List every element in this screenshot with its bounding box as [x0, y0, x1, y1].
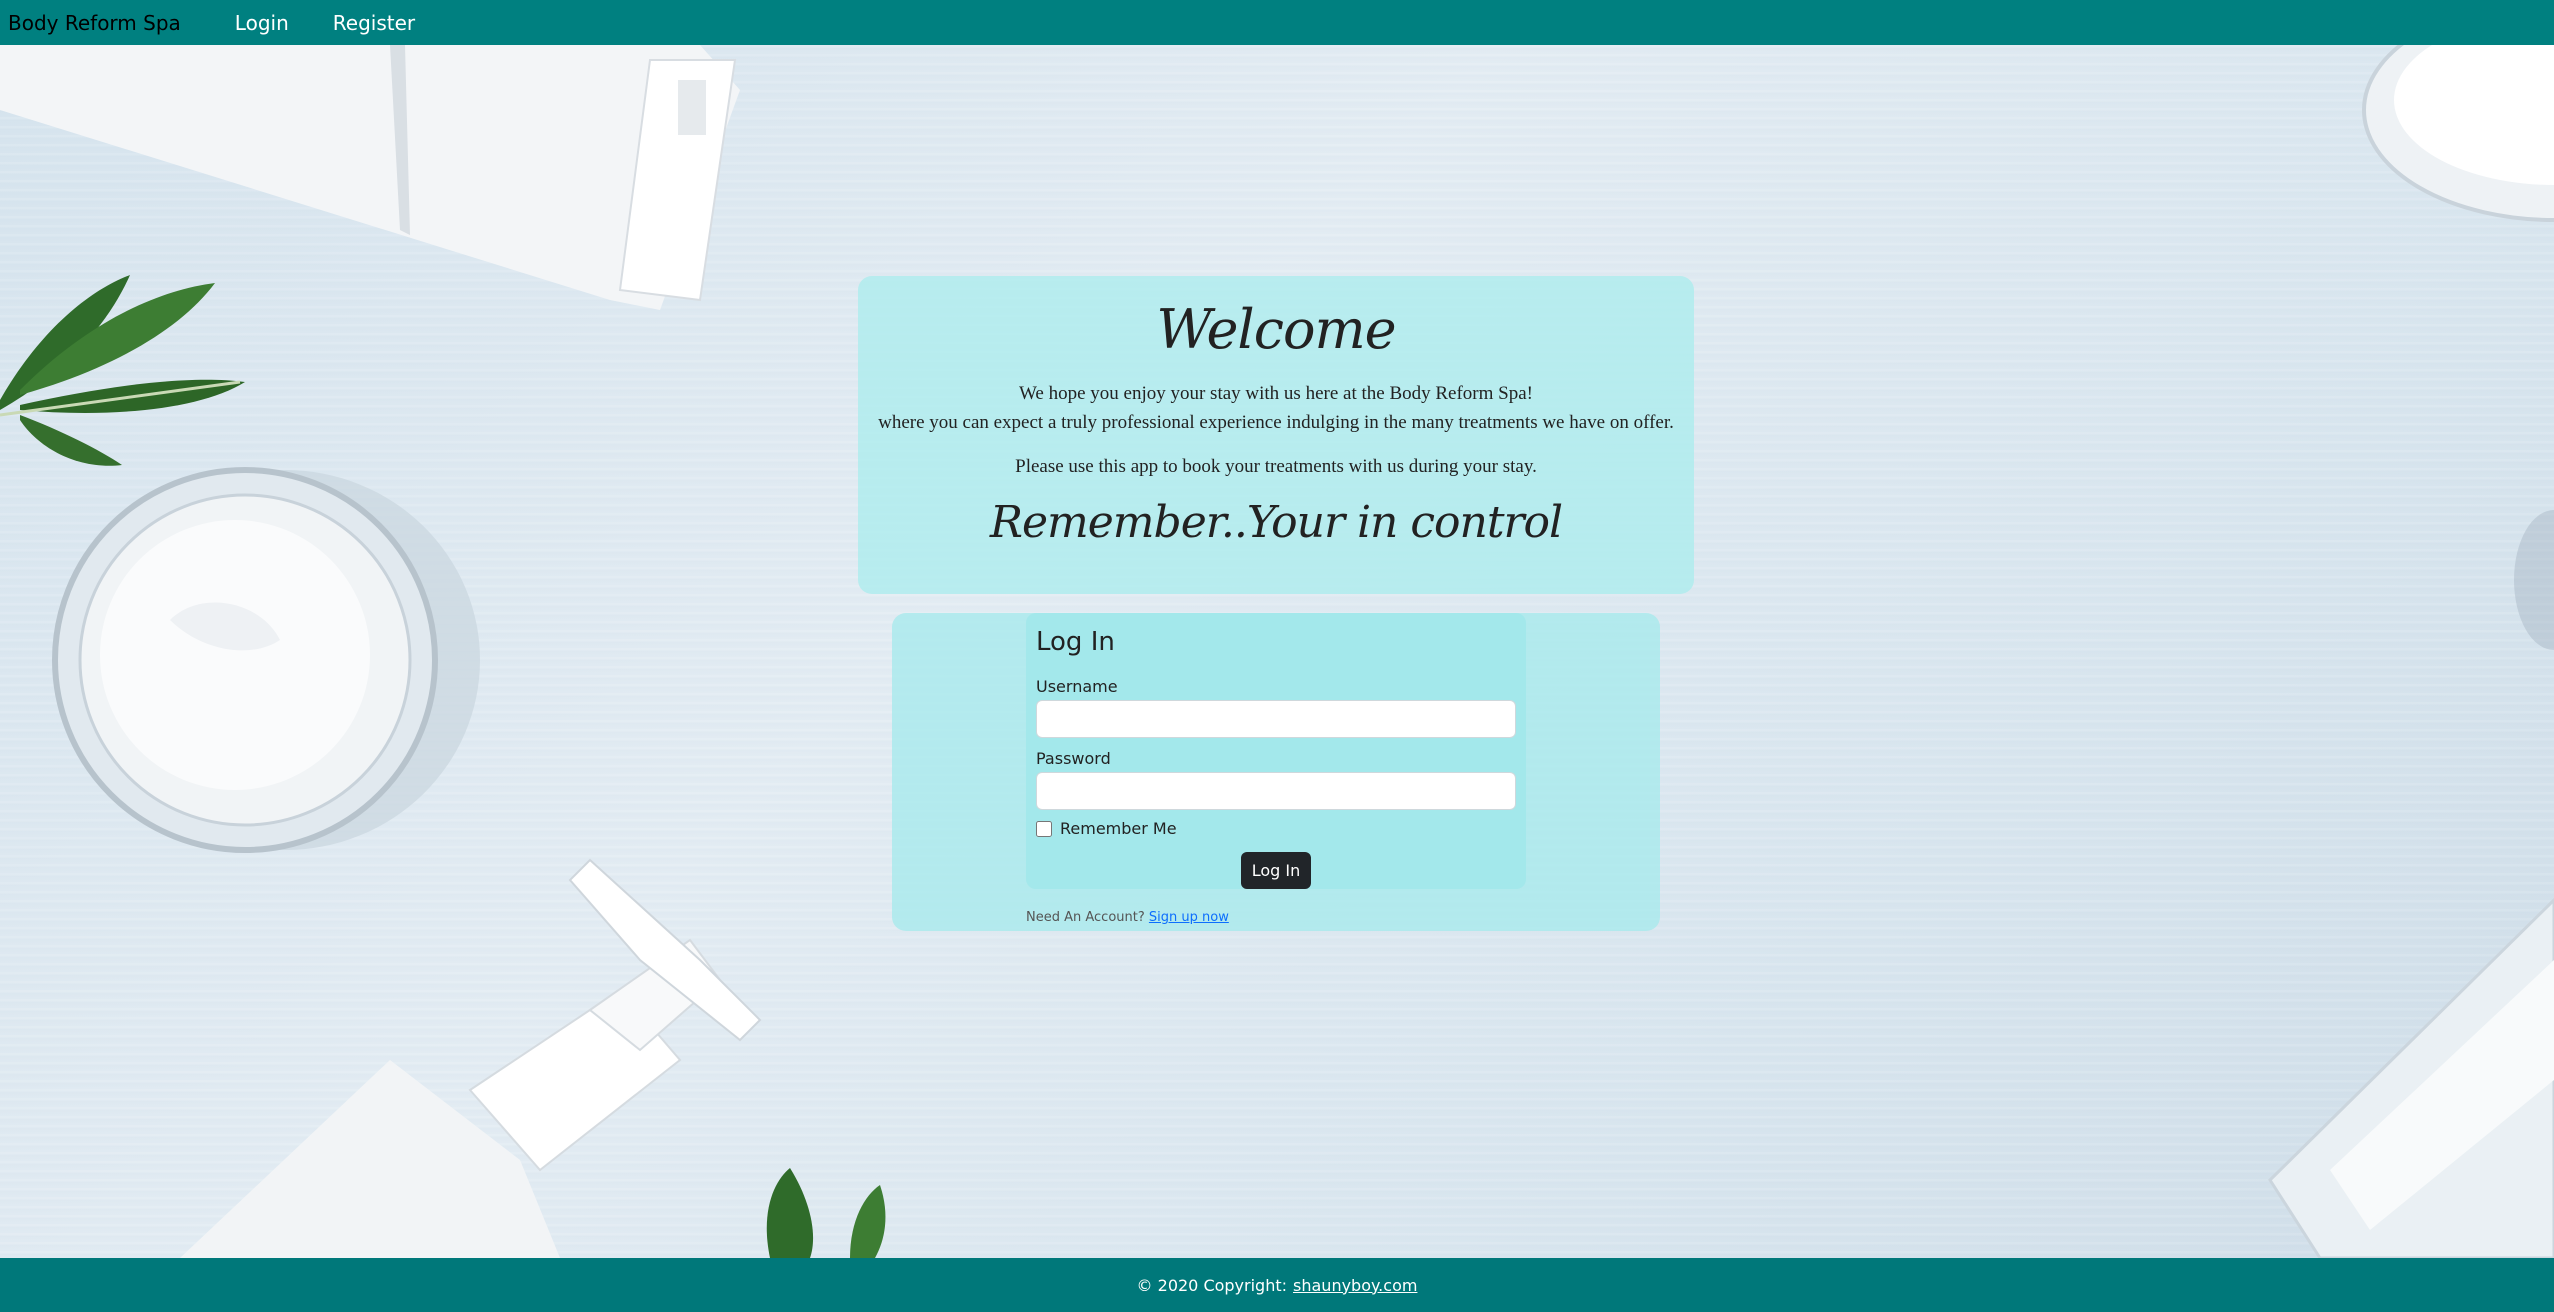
welcome-tagline: Remember..Your in control [989, 497, 1563, 548]
signup-link[interactable]: Sign up now [1149, 910, 1229, 925]
green-leaves-left [0, 275, 245, 466]
page-footer: © 2020 Copyright: shaunyboy.com [0, 1258, 2554, 1312]
signup-prompt-row: Need An Account? Sign up now [1026, 910, 1229, 925]
login-form: Log In Username Password Remember Me Log… [1026, 613, 1526, 889]
cream-tube-top [0, 45, 740, 310]
right-edge-object [2514, 510, 2554, 650]
welcome-title: Welcome [1156, 298, 1396, 361]
login-heading: Log In [1036, 627, 1115, 657]
signup-prompt-text: Need An Account? [1026, 910, 1145, 925]
welcome-line-2: where you can expect a truly professiona… [878, 412, 1674, 433]
welcome-card: Welcome We hope you enjoy your stay with… [858, 276, 1694, 594]
username-label: Username [1036, 677, 1118, 696]
password-label: Password [1036, 749, 1111, 768]
welcome-line-1: We hope you enjoy your stay with us here… [1018, 383, 1533, 404]
remember-me-row: Remember Me [1036, 819, 1516, 838]
cream-jar-left [52, 467, 480, 853]
login-submit-button[interactable]: Log In [1241, 852, 1311, 889]
remember-me-checkbox[interactable] [1036, 820, 1052, 837]
brand-link[interactable]: Body Reform Spa [8, 11, 181, 35]
footer-copyright: © 2020 Copyright: [1136, 1275, 1288, 1295]
login-section: Log In Username Password Remember Me Log… [892, 613, 1660, 931]
remember-me-label: Remember Me [1060, 819, 1177, 838]
pump-bottle-bottom-left [180, 858, 762, 1258]
green-leaves-bottom [766, 1168, 886, 1258]
nav-register-link[interactable]: Register [333, 11, 415, 35]
footer-site-link[interactable]: shaunyboy.com [1293, 1276, 1417, 1295]
nav-login-link[interactable]: Login [235, 11, 289, 35]
password-input[interactable] [1036, 772, 1516, 810]
glass-bottle-bottom-right [2268, 897, 2554, 1260]
welcome-line-3: Please use this app to book your treatme… [1015, 456, 1537, 477]
top-navbar: Body Reform Spa Login Register [0, 0, 2554, 45]
username-input[interactable] [1036, 700, 1516, 738]
